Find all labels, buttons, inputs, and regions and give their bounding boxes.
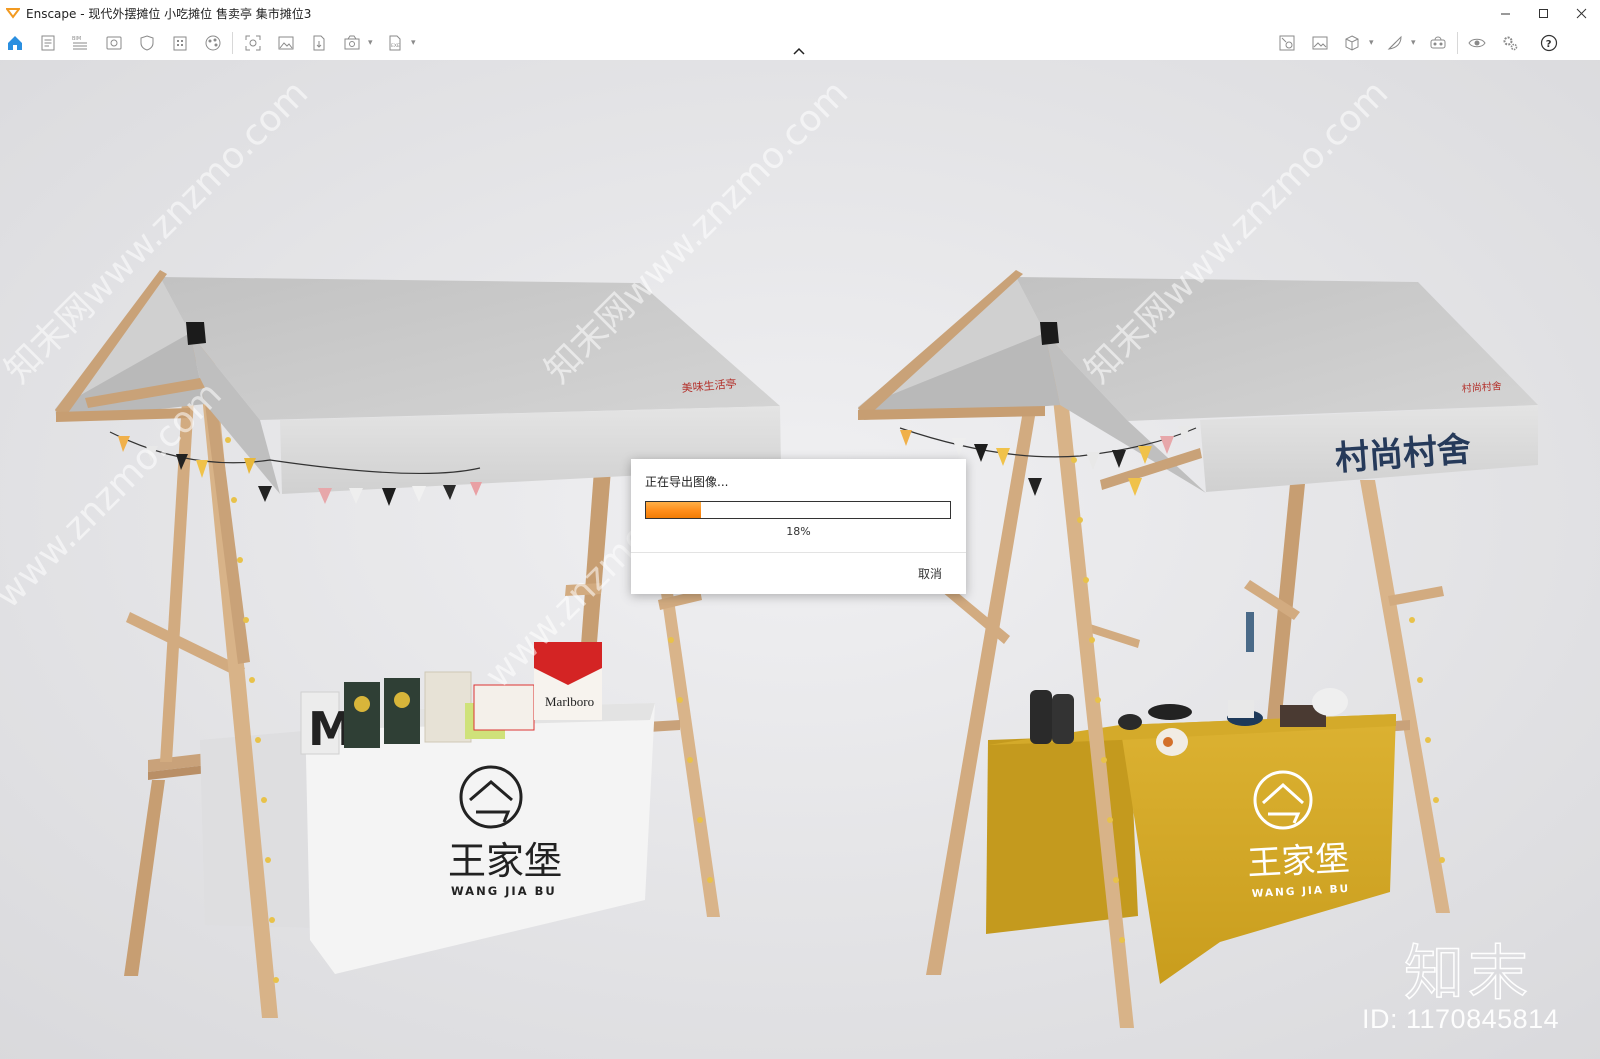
toolbar-separator — [1457, 32, 1458, 54]
progress-percent: 18% — [786, 525, 811, 538]
screenshot-icon — [245, 35, 261, 51]
feather-icon — [1387, 35, 1402, 50]
image-button[interactable] — [275, 32, 297, 54]
screenshot-button[interactable] — [242, 32, 264, 54]
left-cloth-brand: 王家堡 — [448, 839, 562, 883]
materials-icon — [205, 35, 221, 51]
settings-button[interactable] — [1499, 32, 1521, 54]
svg-text:BIM: BIM — [72, 36, 81, 42]
cancel-button[interactable]: 取消 — [918, 565, 942, 582]
collapse-toolbar-icon[interactable] — [792, 46, 806, 56]
shield-icon — [140, 35, 154, 51]
chevron-down-icon[interactable]: ▾ — [411, 38, 416, 48]
help-icon: ? — [1540, 34, 1558, 52]
chevron-down-icon[interactable]: ▾ — [1411, 38, 1416, 48]
minimize-icon — [1500, 13, 1510, 14]
chevron-down-icon[interactable]: ▾ — [1369, 38, 1374, 48]
left-cloth-subtitle: WANG JIA BU — [451, 884, 557, 898]
export-file-icon — [313, 35, 325, 51]
feather-button[interactable] — [1384, 32, 1406, 54]
settings-icon — [1503, 36, 1518, 51]
bim-button[interactable]: BIM — [69, 32, 91, 54]
help-button[interactable]: ? — [1538, 32, 1560, 54]
export-file-button[interactable] — [308, 32, 330, 54]
progress-bar — [645, 501, 951, 519]
image-gallery-icon — [1312, 36, 1328, 50]
close-icon — [1576, 8, 1586, 18]
document-icon — [41, 35, 55, 51]
batch-render-button[interactable] — [341, 32, 363, 54]
home-icon — [8, 36, 22, 50]
asset-id: ID: 1170845814 — [1362, 1004, 1560, 1034]
brand-mark: 知末 — [1403, 938, 1532, 1010]
svg-text:?: ? — [1546, 39, 1552, 50]
vr-headset-button[interactable] — [1427, 32, 1449, 54]
building-button[interactable] — [169, 32, 191, 54]
materials-button[interactable] — [202, 32, 224, 54]
maximize-button[interactable] — [1524, 0, 1562, 26]
chevron-down-icon[interactable]: ▾ — [368, 38, 373, 48]
image-icon — [278, 36, 294, 50]
bim-icon: BIM — [72, 36, 87, 50]
asset-library-button[interactable] — [1276, 32, 1298, 54]
building-icon — [173, 36, 187, 51]
enscape-logo-icon — [6, 8, 20, 19]
window-title: Enscape - 现代外摆摊位 小吃摊位 售卖亭 集市摊位3 — [26, 6, 312, 21]
cube-view-button[interactable] — [1341, 32, 1363, 54]
minimize-button[interactable] — [1486, 0, 1524, 26]
title-bar: Enscape - 现代外摆摊位 小吃摊位 售卖亭 集市摊位3 — [0, 0, 1600, 26]
eye-icon — [1468, 38, 1486, 48]
close-button[interactable] — [1562, 0, 1600, 26]
progress-fill — [646, 502, 701, 518]
exe-export-button[interactable]: EXE — [384, 32, 406, 54]
exe-export-icon: EXE — [389, 35, 401, 51]
document-button[interactable] — [37, 32, 59, 54]
right-cloth-brand: 王家堡 — [1246, 839, 1350, 884]
image-gallery-button[interactable] — [1309, 32, 1331, 54]
dialog-divider — [631, 552, 966, 553]
eye-button[interactable] — [1466, 32, 1488, 54]
export-progress-dialog: 正在导出图像... 18% 取消 — [631, 459, 966, 594]
toolbar-separator — [232, 32, 233, 54]
home-button[interactable] — [4, 32, 26, 54]
asset-library-icon — [1279, 35, 1295, 51]
window-controls — [1486, 0, 1600, 26]
vr-headset-icon — [1430, 36, 1446, 49]
visual-settings-icon — [106, 36, 122, 50]
shield-button[interactable] — [136, 32, 158, 54]
cube-view-icon — [1345, 35, 1359, 51]
maximize-icon — [1538, 8, 1548, 18]
svg-text:EXE: EXE — [391, 43, 400, 49]
dialog-title: 正在导出图像... — [645, 475, 729, 489]
batch-render-icon — [344, 35, 360, 50]
visual-settings-button[interactable] — [103, 32, 125, 54]
product-brand-label: Marlboro — [545, 694, 594, 709]
